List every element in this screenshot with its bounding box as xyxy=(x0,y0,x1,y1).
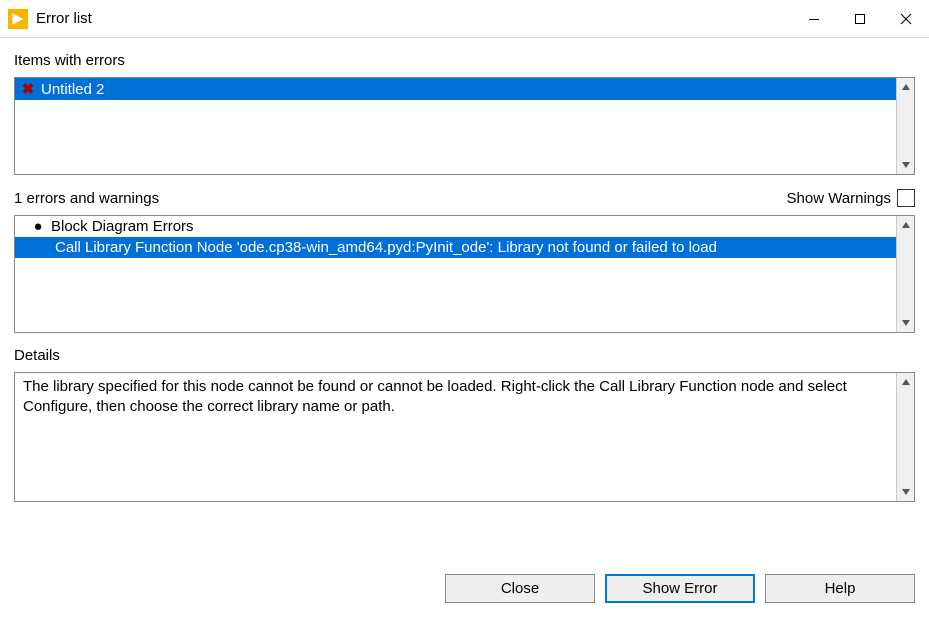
errors-listbox[interactable]: ● Block Diagram Errors Call Library Func… xyxy=(14,215,915,333)
close-button[interactable] xyxy=(883,0,929,37)
show-warnings-label: Show Warnings xyxy=(787,190,892,207)
items-listbox[interactable]: ✖ Untitled 2 xyxy=(14,77,915,175)
bullet-icon: ● xyxy=(31,218,45,235)
help-button[interactable]: Help xyxy=(765,574,915,603)
maximize-button[interactable] xyxy=(837,0,883,37)
titlebar: Error list xyxy=(0,0,929,38)
list-item[interactable]: Call Library Function Node 'ode.cp38-win… xyxy=(15,237,896,258)
close-button[interactable]: Close xyxy=(445,574,595,603)
app-icon xyxy=(8,9,28,29)
scrollbar[interactable] xyxy=(896,373,914,501)
details-text: The library specified for this node cann… xyxy=(15,373,896,422)
error-group-label: Block Diagram Errors xyxy=(51,218,194,235)
scrollbar[interactable] xyxy=(896,216,914,332)
scroll-down-icon[interactable] xyxy=(897,156,914,174)
scroll-down-icon[interactable] xyxy=(897,483,914,501)
minimize-button[interactable] xyxy=(791,0,837,37)
show-warnings-checkbox[interactable] xyxy=(897,189,915,207)
details-box: The library specified for this node cann… xyxy=(14,372,915,502)
errors-count-label: 1 errors and warnings xyxy=(14,190,159,207)
item-label: Untitled 2 xyxy=(41,81,104,98)
scroll-up-icon[interactable] xyxy=(897,373,914,391)
scrollbar[interactable] xyxy=(896,78,914,174)
scroll-down-icon[interactable] xyxy=(897,314,914,332)
scroll-up-icon[interactable] xyxy=(897,78,914,96)
buttonbar: Close Show Error Help xyxy=(0,564,929,617)
error-item-label: Call Library Function Node 'ode.cp38-win… xyxy=(55,239,717,256)
list-item[interactable]: ✖ Untitled 2 xyxy=(15,78,896,100)
list-item[interactable]: ● Block Diagram Errors xyxy=(15,216,896,237)
error-x-icon: ✖ xyxy=(21,80,35,98)
details-label: Details xyxy=(14,347,60,364)
window-title: Error list xyxy=(36,10,791,27)
scroll-up-icon[interactable] xyxy=(897,216,914,234)
items-with-errors-label: Items with errors xyxy=(14,52,125,69)
show-error-button[interactable]: Show Error xyxy=(605,574,755,603)
